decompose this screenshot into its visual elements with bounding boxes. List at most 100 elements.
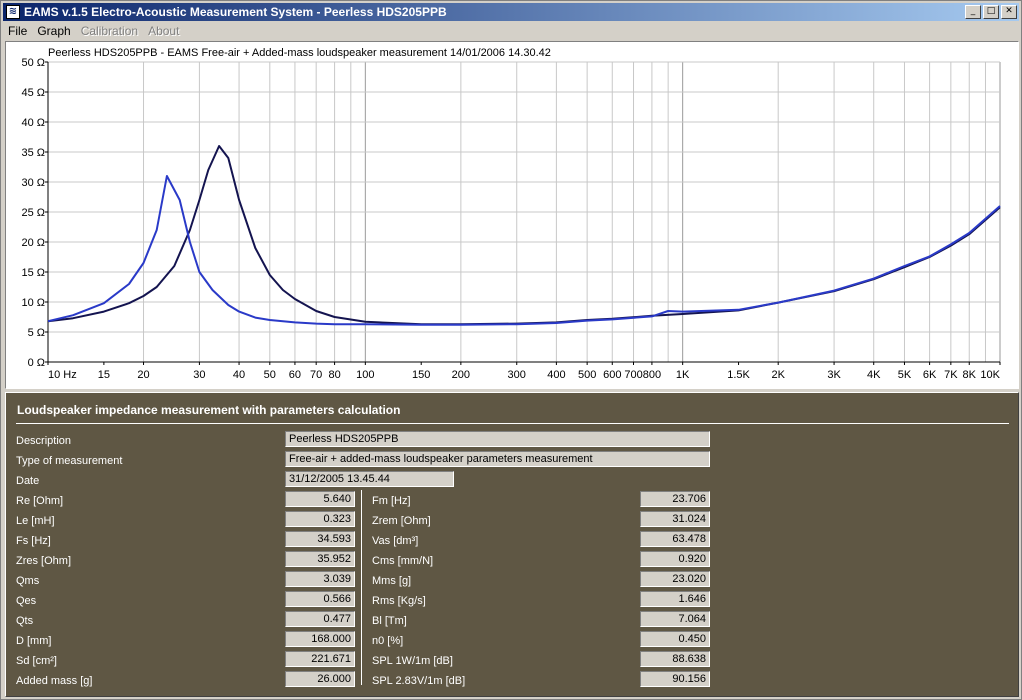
x-tick-label: 50 [264, 369, 276, 381]
x-tick-label: 30 [193, 369, 205, 381]
param-value-le[interactable]: 0.323 [285, 511, 355, 527]
y-tick-label: 40 Ω [21, 117, 45, 129]
maximize-button[interactable]: □ [983, 5, 999, 19]
x-tick-label: 1.5K [727, 369, 750, 381]
column-separator [361, 490, 362, 685]
param-value-cms[interactable]: 0.920 [640, 551, 710, 567]
param-label-le: Le [mH] [16, 515, 55, 527]
param-value-fs[interactable]: 34.593 [285, 531, 355, 547]
param-label-cms: Cms [mm/N] [372, 555, 434, 567]
param-label-qts: Qts [16, 615, 34, 627]
impedance-chart: 0 Ω 5 Ω 10 Ω 15 Ω 20 Ω 25 Ω 30 Ω 35 Ω 40 Ω 45 Ω 50… [21, 47, 1001, 381]
y-tick-label: 5 Ω [28, 327, 45, 339]
x-tick-label: 100 [356, 369, 374, 381]
param-value-qes[interactable]: 0.566 [285, 591, 355, 607]
panel-title: Loudspeaker impedance measurement with p… [17, 403, 401, 417]
minimize-button[interactable]: _ [965, 5, 981, 19]
param-label-fs: Fs [Hz] [16, 535, 51, 547]
y-tick-label: 20 Ω [21, 237, 45, 249]
x-tick-label: 700 [624, 369, 642, 381]
window-controls: _ □ ✕ [963, 5, 1017, 19]
x-tick-label: 5K [898, 369, 912, 381]
param-value-bl[interactable]: 7.064 [640, 611, 710, 627]
param-value-qts[interactable]: 0.477 [285, 611, 355, 627]
y-tick-label: 0 Ω [28, 357, 45, 369]
parameters-panel: Loudspeaker impedance measurement with p… [5, 392, 1019, 697]
impedance-curve-1 [47, 145, 1001, 326]
date-field[interactable]: 31/12/2005 13.45.44 [285, 471, 454, 487]
x-tick-label: 15 [98, 369, 110, 381]
graph-panel: 0 Ω 5 Ω 10 Ω 15 Ω 20 Ω 25 Ω 30 Ω 35 Ω 40 Ω 45 Ω 50… [5, 41, 1019, 389]
param-label-qms: Qms [16, 575, 40, 587]
param-label-mms: Mms [g] [372, 575, 412, 587]
x-tick-label: 60 [289, 369, 301, 381]
y-tick-label: 45 Ω [21, 87, 45, 99]
x-tick-label: 10K [980, 369, 1000, 381]
param-value-mms[interactable]: 23.020 [640, 571, 710, 587]
y-tick-label: 10 Ω [21, 297, 45, 309]
param-value-re[interactable]: 5.640 [285, 491, 355, 507]
menu-calibration[interactable]: Calibration [76, 24, 143, 38]
param-label-vas: Vas [dm³] [372, 535, 419, 547]
param-label-re: Re [Ohm] [16, 495, 64, 507]
param-label-sd: Sd [cm²] [16, 655, 57, 667]
x-tick-label: 1K [676, 369, 690, 381]
param-value-n0[interactable]: 0.450 [640, 631, 710, 647]
chart-title: Peerless HDS205PPB - EAMS Free-air + Add… [48, 47, 551, 59]
type-field[interactable]: Free-air + added-mass loudspeaker parame… [285, 451, 710, 467]
y-tick-label: 25 Ω [21, 207, 45, 219]
x-tick-label: 2K [771, 369, 785, 381]
param-label-spl-283v: SPL 2.83V/1m [dB] [372, 675, 466, 687]
x-tick-label: 8K [963, 369, 977, 381]
param-value-fm[interactable]: 23.706 [640, 491, 710, 507]
param-label-rms: Rms [Kg/s] [372, 595, 426, 607]
y-tick-label: 30 Ω [21, 177, 45, 189]
x-tick-label: 200 [452, 369, 470, 381]
date-label: Date [16, 475, 40, 487]
x-tick-label: 300 [508, 369, 526, 381]
param-label-bl: Bl [Tm] [372, 615, 407, 627]
param-value-spl-1w[interactable]: 88.638 [640, 651, 710, 667]
x-tick-label: 70 [310, 369, 322, 381]
y-tick-label: 15 Ω [21, 267, 45, 279]
param-value-zrem[interactable]: 31.024 [640, 511, 710, 527]
param-value-zres[interactable]: 35.952 [285, 551, 355, 567]
param-label-fm: Fm [Hz] [372, 495, 411, 507]
param-label-added-mass: Added mass [g] [16, 675, 93, 687]
menu-bar: File Graph Calibration About [3, 22, 1019, 40]
param-value-rms[interactable]: 1.646 [640, 591, 710, 607]
x-tick-label: 4K [867, 369, 881, 381]
x-tick-label: 600 [603, 369, 621, 381]
param-value-added-mass[interactable]: 26.000 [285, 671, 355, 687]
param-label-n0: n0 [%] [372, 635, 404, 647]
type-label: Type of measurement [16, 455, 123, 467]
eams-app-icon[interactable]: ≋ [6, 5, 20, 19]
description-label: Description [16, 435, 72, 447]
x-tick-label: 800 [643, 369, 661, 381]
title-bar[interactable]: ≋ EAMS v.1.5 Electro-Acoustic Measuremen… [3, 3, 1019, 21]
y-tick-label: 35 Ω [21, 147, 45, 159]
app-window: ≋ EAMS v.1.5 Electro-Acoustic Measuremen… [0, 0, 1022, 700]
menu-about[interactable]: About [143, 24, 184, 38]
param-value-qms[interactable]: 3.039 [285, 571, 355, 587]
param-value-d[interactable]: 168.000 [285, 631, 355, 647]
x-tick-label: 40 [233, 369, 245, 381]
window-title: EAMS v.1.5 Electro-Acoustic Measurement … [24, 5, 447, 19]
x-tick-label: 500 [578, 369, 596, 381]
param-value-vas[interactable]: 63.478 [640, 531, 710, 547]
menu-graph[interactable]: Graph [32, 24, 75, 38]
param-label-spl-1w: SPL 1W/1m [dB] [372, 655, 453, 667]
x-tick-label: 400 [547, 369, 565, 381]
param-value-spl-283v[interactable]: 90.156 [640, 671, 710, 687]
panel-divider [16, 423, 1009, 424]
x-tick-label: 150 [412, 369, 430, 381]
menu-file[interactable]: File [3, 24, 32, 38]
x-tick-label: 7K [944, 369, 958, 381]
param-label-d: D [mm] [16, 635, 52, 647]
description-field[interactable]: Peerless HDS205PPB [285, 431, 710, 447]
param-value-sd[interactable]: 221.671 [285, 651, 355, 667]
param-label-zrem: Zrem [Ohm] [372, 515, 431, 527]
param-label-qes: Qes [16, 595, 37, 607]
close-button[interactable]: ✕ [1001, 5, 1017, 19]
x-tick-label: 10 Hz [48, 369, 77, 381]
